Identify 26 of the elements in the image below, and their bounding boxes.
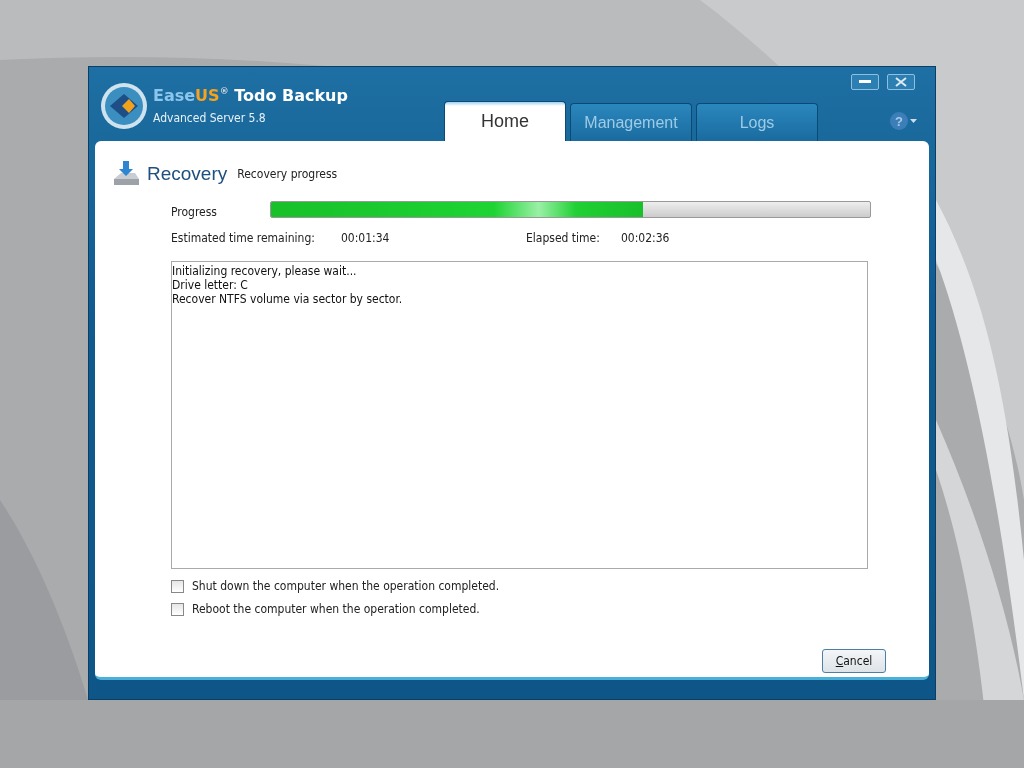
minimize-button[interactable]	[851, 74, 879, 90]
checkbox-label: Reboot the computer when the operation completed.	[192, 602, 480, 616]
time-value: 00:01:34	[341, 231, 391, 245]
logo-icon	[100, 82, 148, 130]
tab[interactable]: Logs	[696, 103, 818, 141]
log-line: Recover NTFS volume via sector by sector.	[172, 292, 404, 306]
close-button[interactable]	[887, 74, 915, 90]
tab[interactable]: Home	[444, 101, 566, 141]
log-line: Drive letter: C	[172, 278, 249, 292]
minimize-icon	[859, 80, 871, 84]
app-title: EaseUS® Todo Backup	[153, 86, 348, 105]
checkbox[interactable]	[171, 579, 184, 593]
checkbox[interactable]	[171, 602, 184, 616]
time-label: Elapsed time:	[526, 231, 601, 245]
page-subtitle: Recovery progress	[237, 167, 338, 181]
time-value: 00:02:36	[621, 231, 671, 245]
tab[interactable]: Management	[570, 103, 692, 141]
time-label: Estimated time remaining:	[171, 231, 316, 245]
app-edition: Advanced Server 5.8	[153, 111, 267, 125]
caret-icon	[910, 119, 917, 123]
log-line: Initializing recovery, please wait...	[172, 264, 358, 278]
cancel-button[interactable]: Cancel	[822, 649, 886, 673]
progress-label: Progress	[171, 204, 218, 219]
page-title: Recovery	[147, 163, 228, 185]
checkbox-label: Shut down the computer when the operation completed.	[192, 579, 500, 593]
close-icon	[895, 77, 907, 87]
